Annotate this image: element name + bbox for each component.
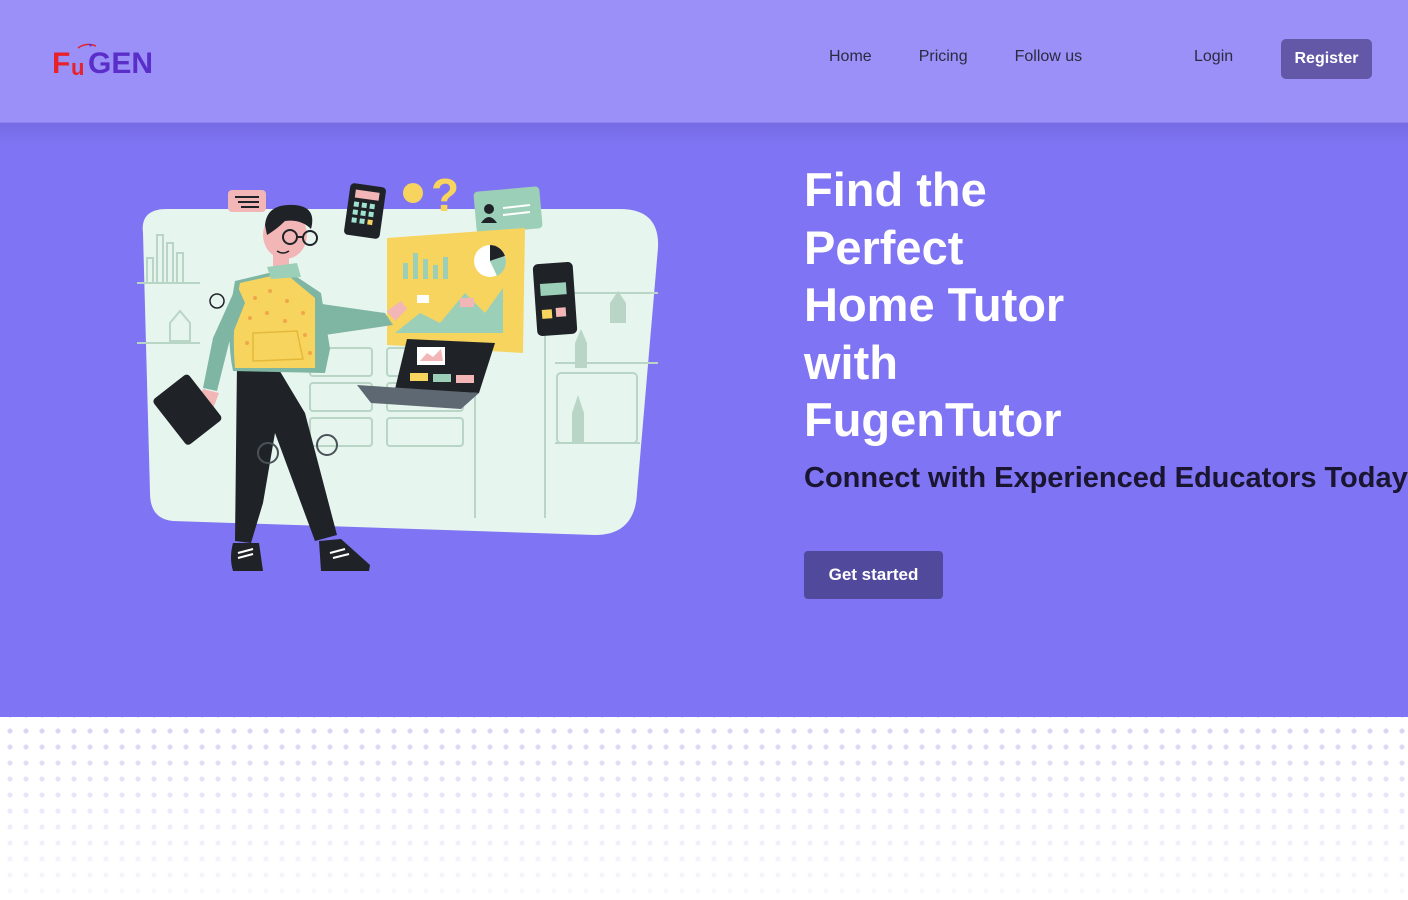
dotted-pattern-fade (0, 717, 1408, 900)
nav-link-pricing[interactable]: Pricing (919, 48, 968, 66)
nav-link-home[interactable]: Home (829, 48, 872, 66)
register-button[interactable]: Register (1281, 39, 1372, 79)
hero-title-line: Home Tutor (804, 278, 1065, 331)
fugen-logo[interactable]: F u GEN (50, 40, 170, 80)
get-started-button[interactable]: Get started (804, 551, 943, 599)
svg-text:F: F (52, 47, 70, 80)
hero-section: ? Find the Perfect Home Tutor with Fugen… (0, 123, 1408, 717)
hero-title-line: with (804, 335, 898, 389)
hero-title-line: Perfect (804, 220, 964, 274)
svg-text:u: u (71, 55, 84, 80)
hero-subtitle: Connect with Experienced Educators Today (804, 462, 1408, 494)
svg-text:?: ? (431, 169, 459, 221)
hero-title: Find the Perfect Home Tutor with FugenTu… (804, 161, 1224, 449)
main-nav: Home Pricing Follow us (829, 48, 1082, 66)
navbar-shadow (0, 123, 1408, 145)
login-link[interactable]: Login (1194, 48, 1233, 66)
person-presenting-charts-illustration: ? (125, 163, 670, 583)
top-navbar: F u GEN Home Pricing Follow us Login Reg… (0, 0, 1408, 123)
svg-text:GEN: GEN (88, 47, 153, 80)
hero-title-line: Find the (804, 163, 987, 216)
hero-title-line: FugenTutor (804, 393, 1062, 446)
nav-link-follow-us[interactable]: Follow us (1015, 48, 1083, 66)
